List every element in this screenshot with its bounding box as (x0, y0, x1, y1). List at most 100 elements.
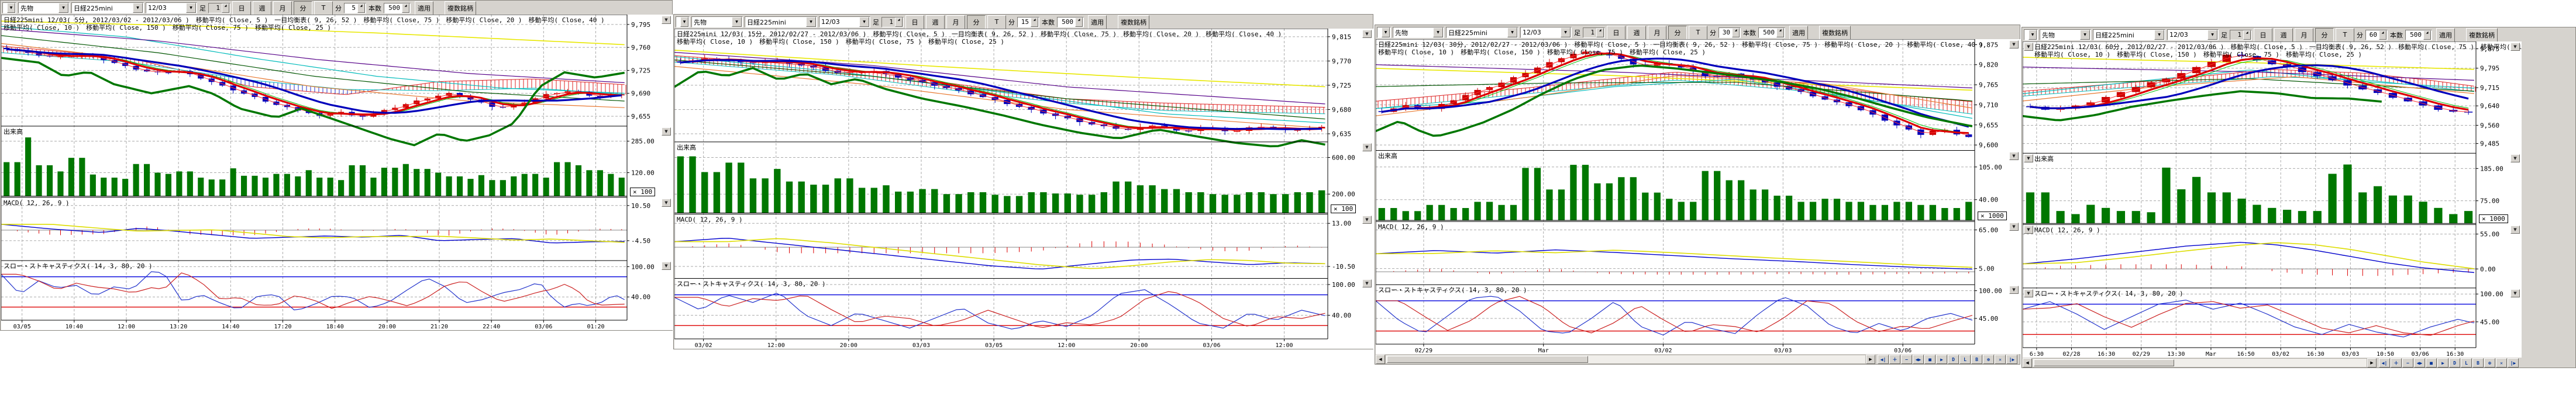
chevron-down-icon[interactable]: ▼ (2029, 30, 2037, 40)
chevron-down-icon[interactable]: ▼ (186, 3, 196, 13)
nav-d-button[interactable]: D (2449, 358, 2460, 368)
nav-last-button[interactable]: |▶ (2508, 358, 2519, 368)
pane-collapse-button-left[interactable]: ▼ (2024, 154, 2033, 162)
nav-l-button[interactable]: L (2461, 358, 2472, 368)
nav-b-button[interactable]: B (2472, 358, 2484, 368)
month-button[interactable]: 月 (946, 15, 965, 29)
pane-collapse-button[interactable]: ▼ (662, 16, 671, 24)
scrollbar-thumb[interactable] (2034, 359, 2174, 366)
chart-hscrollbar[interactable]: ◀▶ (1376, 355, 1875, 364)
nav-zoom-in-button[interactable]: ＋ (1889, 355, 1900, 364)
minute-button[interactable]: 分 (2315, 28, 2334, 42)
minute-button[interactable]: 分 (967, 15, 986, 29)
chevron-down-icon[interactable]: ▼ (859, 17, 869, 27)
chevron-down-icon[interactable]: ▼ (58, 3, 68, 13)
month-button[interactable]: 月 (1648, 26, 1666, 40)
pane-collapse-button[interactable]: ▼ (1362, 30, 1372, 38)
symbol-combo[interactable]: 日経225mini▼ (2093, 29, 2165, 40)
spinner-arrows-icon[interactable]: ◢ (1075, 18, 1083, 27)
chevron-down-icon[interactable]: ▼ (1561, 27, 1571, 37)
day-button[interactable]: 日 (905, 15, 924, 29)
minute-button[interactable]: 分 (294, 1, 312, 15)
instrument-combo[interactable]: 先物▼ (691, 16, 743, 27)
instrument-combo[interactable]: 先物▼ (2040, 29, 2091, 40)
day-button[interactable]: 日 (2254, 28, 2272, 42)
window-menu-combo[interactable]: ▼ (676, 16, 690, 27)
nav-zoom-out-button[interactable]: − (2402, 358, 2413, 368)
chevron-down-icon[interactable]: ▼ (806, 17, 816, 27)
scrollbar-track[interactable] (2032, 358, 2367, 368)
contract-combo[interactable]: 12/03▼ (819, 16, 870, 27)
spinner-arrows-icon[interactable]: ◢ (1031, 18, 1038, 27)
nav-zoom-in-button[interactable]: ＋ (2391, 358, 2402, 368)
minute-spinner[interactable]: 60◢ (2365, 30, 2388, 40)
nav-stop-button[interactable]: ■ (1924, 355, 1936, 364)
apply-button[interactable]: 適用 (415, 1, 433, 15)
pane-collapse-button[interactable]: ▼ (2510, 226, 2520, 234)
symbol-combo[interactable]: 日経225mini▼ (71, 2, 144, 13)
month-button[interactable]: 月 (273, 1, 292, 15)
multi-symbol-button[interactable]: 複数銘柄 (445, 1, 476, 15)
symbol-combo[interactable]: 日経225mini▼ (745, 16, 817, 27)
pane-collapse-button-left[interactable]: ▼ (2024, 289, 2033, 297)
pane-collapse-button-left[interactable]: ▼ (2024, 226, 2033, 234)
spinner-arrows-icon[interactable]: ◢ (357, 4, 365, 13)
nav-d-button[interactable]: D (1948, 355, 1959, 364)
chevron-down-icon[interactable]: ▼ (732, 17, 742, 27)
chart-hscrollbar[interactable]: ◀▶ (2023, 358, 2377, 368)
week-button[interactable]: 週 (253, 1, 271, 15)
window-menu-combo[interactable]: ▼ (1377, 27, 1391, 38)
tick-button[interactable]: T (987, 15, 1006, 29)
bar-interval-spinner[interactable]: 1◢ (2230, 30, 2252, 40)
pane-collapse-button[interactable]: ▼ (1362, 143, 1372, 151)
chevron-down-icon[interactable]: ▼ (1507, 27, 1517, 37)
window-menu-combo[interactable]: ▼ (2, 2, 16, 13)
pane-collapse-button[interactable]: ▼ (662, 199, 671, 207)
week-button[interactable]: 週 (2274, 28, 2293, 42)
contract-combo[interactable]: 12/03▼ (146, 2, 197, 13)
tick-button[interactable]: T (314, 1, 333, 15)
pane-collapse-button[interactable]: ▼ (1362, 279, 1372, 287)
bars-spinner[interactable]: 500◢ (1057, 17, 1084, 27)
pane-collapse-button[interactable]: ▼ (662, 262, 671, 270)
window-menu-combo[interactable]: ▼ (2024, 29, 2038, 40)
apply-button[interactable]: 適用 (2436, 28, 2455, 42)
tick-button[interactable]: T (2336, 28, 2354, 42)
chevron-down-icon[interactable]: ▼ (133, 3, 143, 13)
day-button[interactable]: 日 (232, 1, 251, 15)
nav-last-button[interactable]: |▶ (2006, 355, 2017, 364)
pane-collapse-button[interactable]: ▼ (2009, 152, 2019, 160)
nav-play-button[interactable]: ▶ (2437, 358, 2448, 368)
nav-fit-button[interactable]: ◀▶ (2414, 358, 2425, 368)
multi-symbol-button[interactable]: 複数銘柄 (1118, 15, 1149, 29)
chevron-down-icon[interactable]: ▼ (7, 3, 15, 13)
nav-stop-button[interactable]: ■ (2426, 358, 2437, 368)
pane-collapse-button[interactable]: ▼ (2510, 289, 2520, 297)
symbol-combo[interactable]: 日経225mini▼ (1446, 27, 1518, 38)
pane-collapse-button[interactable]: ▼ (2009, 40, 2019, 48)
scrollbar-thumb[interactable] (1387, 356, 1588, 363)
pane-collapse-button[interactable]: ▼ (1362, 216, 1372, 224)
pane-collapse-button-left[interactable]: ▼ (2024, 43, 2033, 51)
nav-first-button[interactable]: ◀| (2379, 358, 2390, 368)
spinner-arrows-icon[interactable]: ◢ (1596, 28, 1604, 37)
bar-interval-spinner[interactable]: 1◢ (881, 17, 904, 27)
pane-collapse-button[interactable]: ▼ (2009, 223, 2019, 231)
instrument-combo[interactable]: 先物▼ (18, 2, 70, 13)
month-button[interactable]: 月 (2295, 28, 2313, 42)
scroll-right-arrow[interactable]: ▶ (2367, 358, 2377, 368)
day-button[interactable]: 日 (1607, 26, 1626, 40)
nav-first-button[interactable]: ◀| (1878, 355, 1889, 364)
bars-spinner[interactable]: 500◢ (1758, 27, 1785, 38)
minute-spinner[interactable]: 30◢ (1719, 27, 1741, 38)
nav-play-button[interactable]: ▶ (1936, 355, 1947, 364)
chevron-down-icon[interactable]: ▼ (2080, 30, 2090, 40)
minute-spinner[interactable]: 5◢ (344, 3, 366, 13)
bars-spinner[interactable]: 500◢ (384, 3, 411, 13)
nav-crosshair-button[interactable]: ⊕ (1983, 355, 1994, 364)
bars-spinner[interactable]: 500◢ (2405, 30, 2432, 40)
spinner-arrows-icon[interactable]: ◢ (2243, 30, 2251, 40)
nav-zoom-out-button[interactable]: − (1901, 355, 1912, 364)
pane-collapse-button[interactable]: ▼ (2510, 43, 2520, 51)
spinner-arrows-icon[interactable]: ◢ (1732, 28, 1740, 37)
